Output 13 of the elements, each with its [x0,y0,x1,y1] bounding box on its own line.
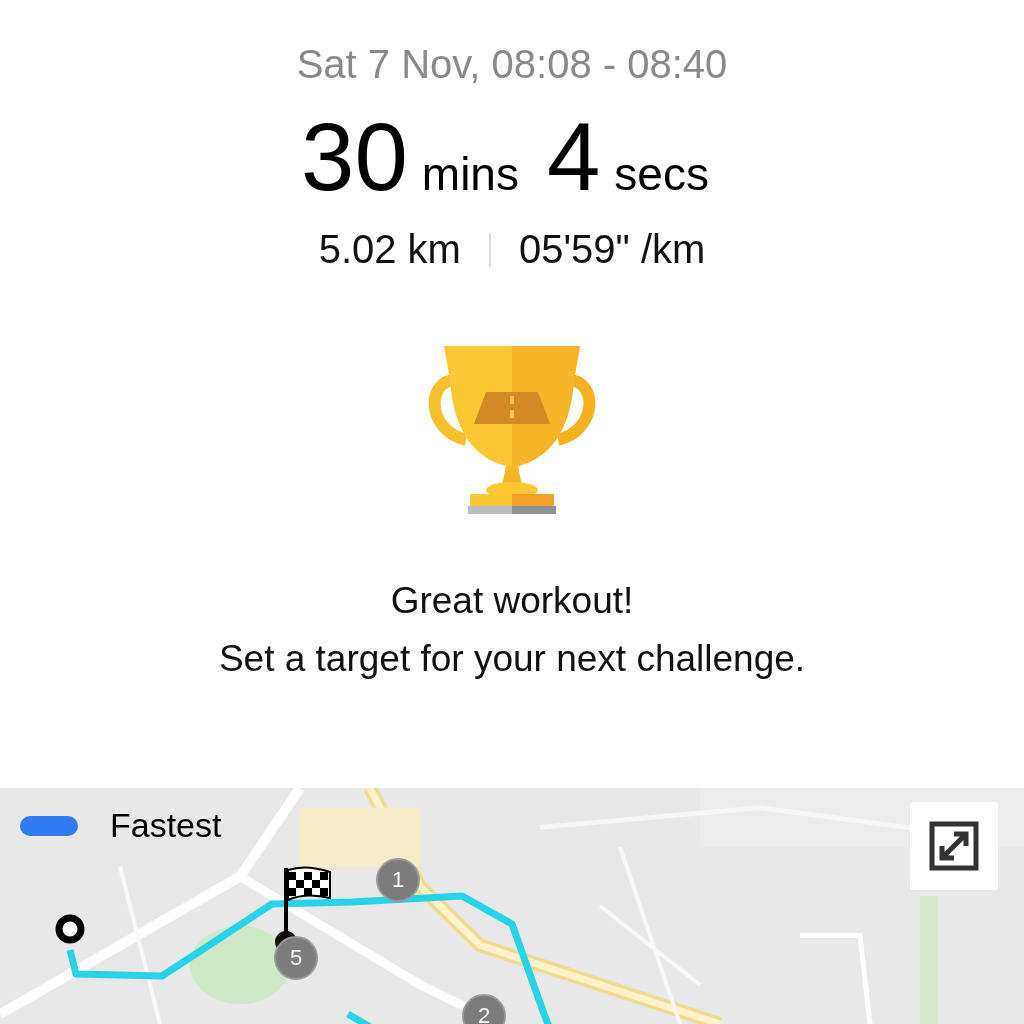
expand-icon [928,820,980,872]
legend-label: Fastest [110,806,222,845]
pace: 05'59" /km [518,227,706,272]
start-marker-icon [55,914,85,944]
workout-date: Sat 7 Nov, 08:08 - 08:40 [296,42,728,87]
duration-unit: secs [614,147,709,201]
duration-unit: mins [421,147,519,201]
message-title: Great workout! [389,579,635,623]
distance: 5.02 km [318,227,461,272]
duration-value: 30 [301,109,408,205]
duration-value: 4 [546,109,601,205]
expand-button[interactable] [910,802,998,890]
message-subtitle: Set a target for your next challenge. [218,637,806,681]
